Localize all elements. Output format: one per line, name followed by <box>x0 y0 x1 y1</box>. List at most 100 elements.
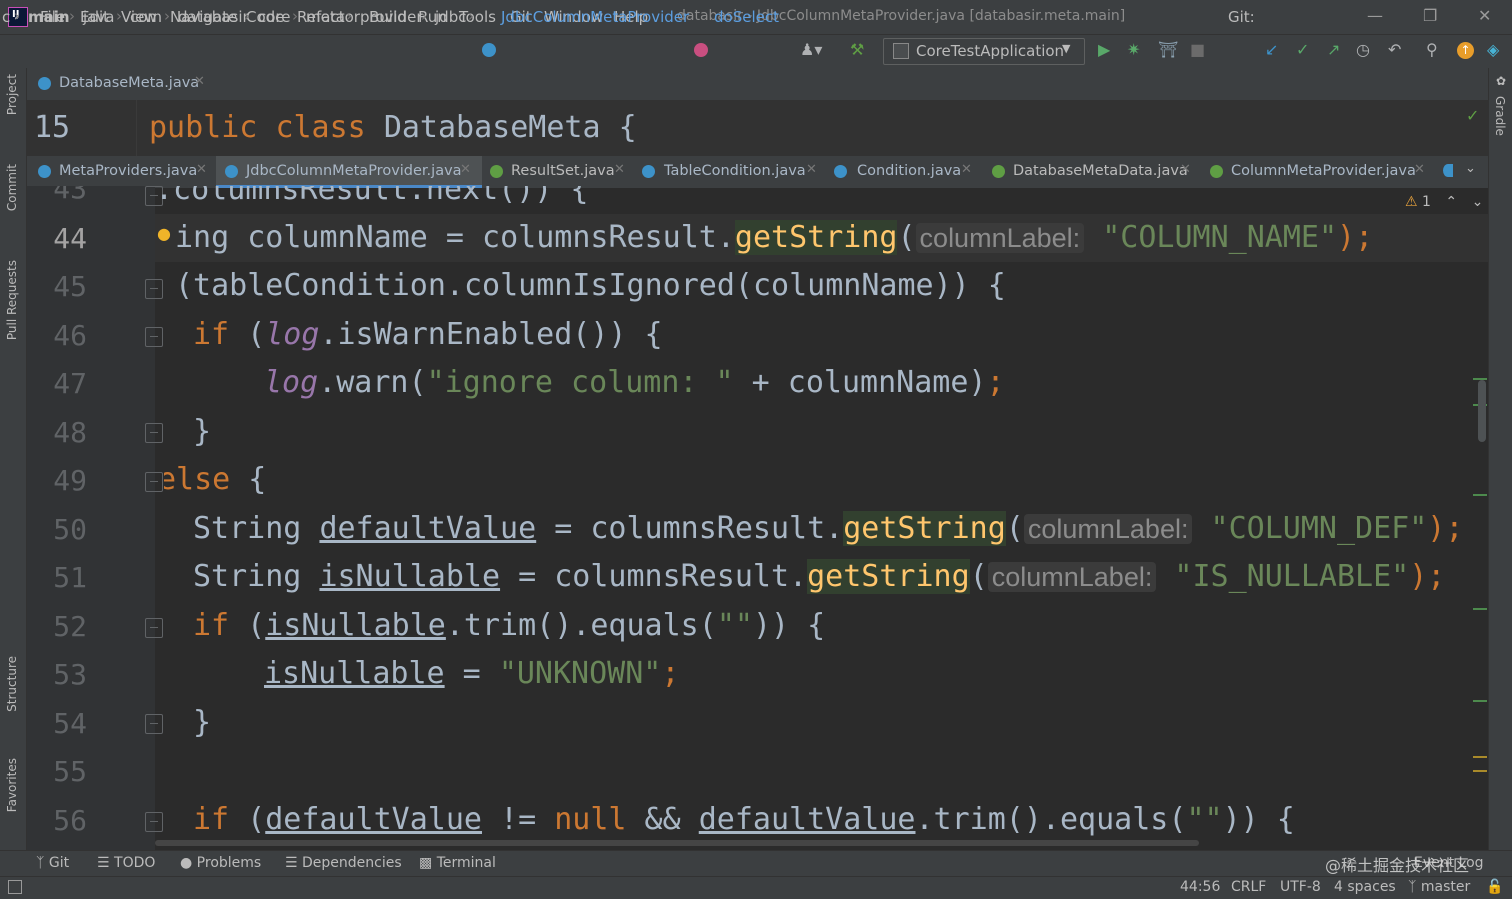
vertical-scrollbar[interactable] <box>1478 380 1486 442</box>
inspection-widget[interactable]: ⚠ 1 ⌃ ⌄ <box>1405 194 1483 210</box>
breadcrumb-meta[interactable]: meta <box>306 8 345 26</box>
method-icon <box>694 43 708 57</box>
close-window-icon[interactable]: ✕ <box>1478 6 1491 25</box>
tab-label: ColumnMetaProvider.java <box>1231 163 1416 179</box>
fold-marker[interactable] <box>145 327 163 347</box>
code-line: String defaultValue = columnsResult.getS… <box>193 511 1463 546</box>
tool-tab-structure[interactable]: Structure <box>0 656 26 736</box>
debug-icon[interactable]: ✷ <box>1127 40 1140 59</box>
plugin-icon[interactable]: ◈ <box>1487 40 1499 59</box>
tool-tab-label: Problems <box>196 855 262 871</box>
tab-meta-providers[interactable]: MetaProviders.java ✕ <box>30 156 210 188</box>
tool-tab-favorites[interactable]: Favorites <box>0 758 26 838</box>
update-icon[interactable]: ↑ <box>1457 42 1474 59</box>
horizontal-scrollbar[interactable] <box>155 840 1199 846</box>
tool-tab-problems[interactable]: ● Problems <box>180 855 261 871</box>
git-label: Git: <box>1228 8 1255 26</box>
fold-marker[interactable] <box>145 423 163 443</box>
string-literal: "ignore column: " <box>426 365 734 400</box>
fold-marker[interactable] <box>145 812 163 832</box>
tool-windows-toggle-icon[interactable] <box>8 880 22 894</box>
tab-database-meta[interactable]: DatabaseMeta.java ✕ <box>30 68 210 103</box>
breadcrumb-com[interactable]: com <box>130 8 162 26</box>
code-text: ); <box>1427 511 1464 546</box>
restore-icon[interactable]: ❐ <box>1423 6 1437 25</box>
history-icon[interactable]: ◷ <box>1356 40 1370 59</box>
tab-column-meta-provider[interactable]: ColumnMetaProvider.java ✕ <box>1202 156 1442 188</box>
close-tab-icon[interactable]: ✕ <box>1414 162 1425 177</box>
tab-table-condition[interactable]: TableCondition.java ✕ <box>634 156 824 188</box>
minimize-icon[interactable]: — <box>1367 6 1383 25</box>
run-config-icon <box>893 43 909 59</box>
indent-setting[interactable]: 4 spaces <box>1334 879 1396 895</box>
close-tab-icon[interactable]: ✕ <box>961 162 972 177</box>
tab-condition[interactable]: Condition.java ✕ <box>826 156 981 188</box>
tool-tab-label: Dependencies <box>302 855 402 871</box>
code-text: )) { <box>1222 802 1295 837</box>
string-literal: "COLUMN_DEF" <box>1210 511 1428 546</box>
breadcrumb-databasir[interactable]: databasir <box>178 8 249 26</box>
rollback-icon[interactable]: ↶ <box>1388 40 1401 59</box>
tab-database-meta-data[interactable]: DatabaseMetaData.java ✕ <box>984 156 1196 188</box>
search-icon[interactable]: ⚲ <box>1426 40 1438 59</box>
method-call: getString <box>807 559 970 594</box>
git-update-icon[interactable]: ↙ <box>1265 40 1278 59</box>
fold-marker[interactable] <box>145 618 163 638</box>
tool-tab-git[interactable]: ᛉ Git <box>36 855 69 871</box>
tab-result-set[interactable]: ResultSet.java ✕ <box>482 156 632 188</box>
breadcrumb-method[interactable]: doSelect <box>714 8 779 26</box>
lock-icon[interactable]: 🔓 <box>1486 879 1503 895</box>
breadcrumb-class[interactable]: JdbcColumnMetaProvider <box>501 8 689 26</box>
tabs-dropdown-icon[interactable]: ⌄ <box>1465 161 1476 176</box>
intention-bulb-icon[interactable]: ● <box>157 224 171 243</box>
fold-marker[interactable] <box>145 472 163 492</box>
breadcrumb-main[interactable]: main <box>28 8 70 26</box>
tool-tab-label: Favorites <box>5 758 19 813</box>
caret-position[interactable]: 44:56 <box>1180 879 1220 895</box>
build-hammer-icon[interactable]: ⚒ <box>850 40 864 59</box>
code-text: + columnName) <box>733 365 987 400</box>
close-tab-icon[interactable]: ✕ <box>194 74 205 89</box>
chevron-up-icon[interactable]: ⌃ <box>1445 194 1457 210</box>
git-push-icon[interactable]: ↗ <box>1327 40 1340 59</box>
line-separator[interactable]: CRLF <box>1231 879 1266 895</box>
tool-tab-commit[interactable]: Commit <box>0 164 26 234</box>
tool-tab-label: TODO <box>114 855 156 871</box>
tab-label: MetaProviders.java <box>59 163 198 179</box>
git-branch-widget[interactable]: ᛉ master <box>1408 879 1470 895</box>
tool-tab-todo[interactable]: ☰ TODO <box>97 855 155 871</box>
stop-icon[interactable]: ■ <box>1190 40 1205 59</box>
tool-tab-dependencies[interactable]: ☰ Dependencies <box>285 855 402 871</box>
code-text: } <box>193 705 212 740</box>
fold-marker[interactable] <box>145 279 163 299</box>
tool-tab-label: Project <box>5 74 19 116</box>
coverage-icon[interactable]: ⛩ <box>1158 40 1178 59</box>
chevron-down-icon[interactable]: ⌄ <box>1472 194 1484 210</box>
close-tab-icon[interactable]: ✕ <box>806 162 817 177</box>
code-text: .warn( <box>318 365 427 400</box>
scroll-mark <box>1473 756 1487 758</box>
code-text: )) { <box>752 608 826 643</box>
tool-tab-gradle[interactable]: ✿ Gradle <box>1488 68 1512 148</box>
close-tab-icon[interactable]: ✕ <box>614 162 625 177</box>
fold-marker[interactable] <box>145 714 163 734</box>
file-encoding[interactable]: UTF-8 <box>1280 879 1321 895</box>
close-tab-icon[interactable]: ✕ <box>460 162 471 177</box>
tab-label: TableCondition.java <box>664 163 806 179</box>
breadcrumb-provider[interactable]: provider <box>360 8 423 26</box>
breadcrumb-lead[interactable]: c <box>2 8 10 26</box>
code-line: if (isNullable.trim().equals("")) { <box>193 608 825 643</box>
tool-tab-project[interactable]: Project <box>0 74 26 144</box>
run-icon[interactable]: ▶ <box>1098 40 1110 59</box>
keyword: class <box>275 110 366 145</box>
close-tab-icon[interactable]: ✕ <box>196 162 207 177</box>
user-icon[interactable]: ♟▾ <box>800 40 822 59</box>
tool-tab-pull-requests[interactable]: Pull Requests <box>0 260 26 370</box>
breadcrumb-core[interactable]: core <box>258 8 291 26</box>
tool-tab-terminal[interactable]: ▩ Terminal <box>419 855 496 871</box>
breadcrumb-jdbc[interactable]: jdbc <box>435 8 466 26</box>
tab-jdbc-column-meta-provider[interactable]: JdbcColumnMetaProvider.java ✕ <box>216 156 482 188</box>
git-commit-icon[interactable]: ✓ <box>1296 40 1309 59</box>
breadcrumb-java[interactable]: java <box>83 8 114 26</box>
close-tab-icon[interactable]: ✕ <box>1180 162 1191 177</box>
